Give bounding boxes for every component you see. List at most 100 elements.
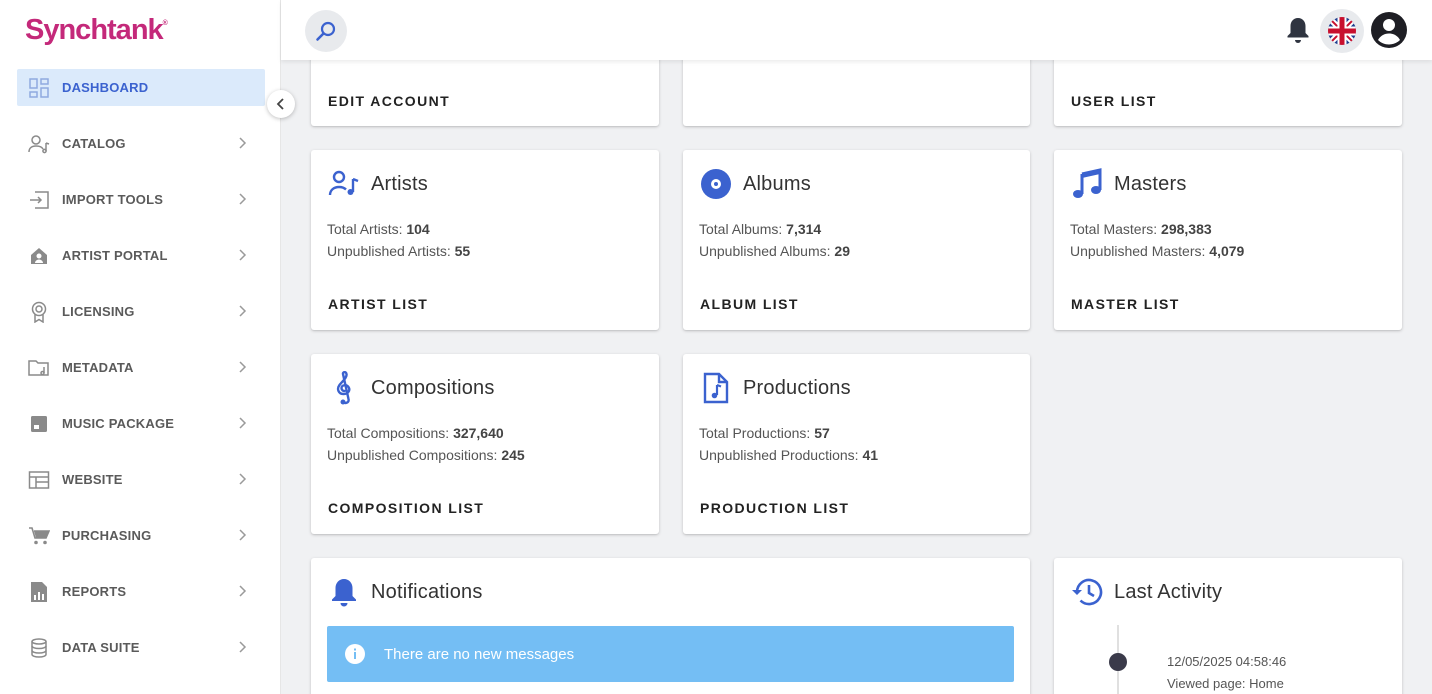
card-title: Albums	[743, 173, 811, 195]
user-list-link[interactable]: USER LIST	[1071, 93, 1157, 109]
brand-mark: ®	[162, 20, 168, 27]
sidebar-item-label: DASHBOARD	[62, 80, 149, 95]
artists-card: Artists Total Artists: 104 Unpublished A…	[311, 150, 659, 330]
chevron-right-icon	[239, 249, 247, 261]
card-stat-total: Total Masters: 298,383	[1070, 221, 1212, 237]
sidebar-item-label: MUSIC PACKAGE	[62, 416, 175, 431]
production-list-link[interactable]: PRODUCTION LIST	[700, 500, 849, 516]
card-title: Masters	[1114, 173, 1187, 195]
edit-account-link[interactable]: EDIT ACCOUNT	[328, 93, 450, 109]
sidebar-item-import-tools[interactable]: IMPORT TOOLS	[17, 181, 265, 218]
composition-list-link[interactable]: COMPOSITION LIST	[328, 500, 484, 516]
sidebar-nav: DASHBOARD CATALOG IMPORT TOOLS ARTIST PO…	[17, 69, 265, 685]
sidebar-item-artist-portal[interactable]: ARTIST PORTAL	[17, 237, 265, 274]
licensing-icon	[28, 301, 50, 323]
chevron-right-icon	[239, 361, 247, 373]
card-title: Artists	[371, 173, 428, 195]
search-button[interactable]	[305, 10, 347, 52]
sidebar-item-label: ARTIST PORTAL	[62, 248, 168, 263]
account-button[interactable]	[1370, 11, 1408, 49]
sidebar-item-catalog[interactable]: CATALOG	[17, 125, 265, 162]
productions-card: Productions Total Productions: 57 Unpubl…	[683, 354, 1030, 534]
artist-icon	[328, 168, 360, 200]
notifications-card: Notifications There are no new messages	[311, 558, 1030, 694]
card-stat-unpublished: Unpublished Artists: 55	[327, 243, 471, 259]
chevron-left-icon	[276, 98, 284, 110]
sidebar: Synchtank® DASHBOARD CATALOG IMPORT TOOL…	[0, 0, 281, 694]
reports-icon	[28, 581, 50, 603]
artist-list-link[interactable]: ARTIST LIST	[328, 296, 428, 312]
sidebar-item-data-suite[interactable]: DATA SUITE	[17, 629, 265, 666]
card-title: Notifications	[371, 581, 483, 603]
card-title: Compositions	[371, 377, 495, 399]
cart-icon	[28, 525, 50, 547]
import-icon	[28, 189, 50, 211]
last-activity-card: Last Activity 12/05/2025 04:58:46 Viewed…	[1054, 558, 1402, 694]
sidebar-item-label: IMPORT TOOLS	[62, 192, 164, 207]
sidebar-item-licensing[interactable]: LICENSING	[17, 293, 265, 330]
card-title: Productions	[743, 377, 851, 399]
uk-flag-icon	[1328, 17, 1356, 45]
card-stat-unpublished: Unpublished Compositions: 245	[327, 447, 525, 463]
card-stat-total: Total Productions: 57	[699, 425, 830, 441]
database-icon	[28, 637, 50, 659]
sidebar-collapse-button[interactable]	[267, 90, 295, 118]
language-button[interactable]	[1320, 9, 1364, 53]
sidebar-item-music-package[interactable]: MUSIC PACKAGE	[17, 405, 265, 442]
card-stat-total: Total Albums: 7,314	[699, 221, 822, 237]
chevron-right-icon	[239, 585, 247, 597]
search-icon	[316, 21, 336, 41]
info-icon	[345, 644, 365, 664]
artist-portal-icon	[28, 245, 50, 267]
history-icon	[1071, 576, 1103, 608]
sidebar-item-label: LICENSING	[62, 304, 135, 319]
card-stat-total: Total Compositions: 327,640	[327, 425, 504, 441]
sidebar-item-website[interactable]: WEBSITE	[17, 461, 265, 498]
activity-timestamp: 12/05/2025 04:58:46	[1167, 654, 1287, 669]
chevron-right-icon	[239, 641, 247, 653]
activity-text: Viewed page: Home	[1167, 676, 1284, 691]
sidebar-item-label: PURCHASING	[62, 528, 152, 543]
treble-clef-icon	[328, 371, 360, 405]
card-stat-unpublished: Unpublished Albums: 29	[699, 243, 850, 259]
chevron-right-icon	[239, 193, 247, 205]
card-stat-unpublished: Unpublished Masters: 4,079	[1070, 243, 1245, 259]
brand-logo[interactable]: Synchtank®	[25, 14, 168, 47]
sidebar-item-label: METADATA	[62, 360, 134, 375]
card-stat-total: Total Artists: 104	[327, 221, 430, 237]
masters-card: Masters Total Masters: 298,383 Unpublish…	[1054, 150, 1402, 330]
sidebar-item-label: CATALOG	[62, 136, 126, 151]
chevron-right-icon	[239, 305, 247, 317]
brand-name: Synchtank	[25, 14, 164, 46]
album-list-link[interactable]: ALBUM LIST	[700, 296, 799, 312]
master-list-link[interactable]: MASTER LIST	[1071, 296, 1180, 312]
albums-card: Albums Total Albums: 7,314 Unpublished A…	[683, 150, 1030, 330]
chevron-right-icon	[239, 137, 247, 149]
alert-message: There are no new messages	[384, 645, 575, 663]
album-icon	[700, 168, 732, 200]
card-stat-unpublished: Unpublished Productions: 41	[699, 447, 879, 463]
music-note-icon	[1071, 168, 1103, 200]
music-file-icon	[700, 372, 732, 404]
sidebar-item-reports[interactable]: REPORTS	[17, 573, 265, 610]
bell-icon	[328, 576, 360, 608]
notifications-button[interactable]	[1285, 16, 1311, 44]
chevron-right-icon	[239, 529, 247, 541]
sidebar-item-dashboard[interactable]: DASHBOARD	[17, 69, 265, 106]
chevron-right-icon	[239, 473, 247, 485]
catalog-icon	[28, 133, 50, 155]
top-bar	[281, 0, 1432, 60]
sidebar-item-label: DATA SUITE	[62, 640, 140, 655]
user-avatar-icon	[1371, 12, 1407, 48]
website-icon	[28, 469, 50, 491]
chevron-right-icon	[239, 417, 247, 429]
sidebar-item-label: WEBSITE	[62, 472, 123, 487]
info-alert: There are no new messages	[327, 626, 1014, 682]
sidebar-item-metadata[interactable]: METADATA	[17, 349, 265, 386]
timeline-dot	[1109, 653, 1127, 671]
music-package-icon	[28, 413, 50, 435]
sidebar-item-purchasing[interactable]: PURCHASING	[17, 517, 265, 554]
card-title: Last Activity	[1114, 581, 1223, 603]
compositions-card: Compositions Total Compositions: 327,640…	[311, 354, 659, 534]
metadata-icon	[28, 357, 50, 379]
